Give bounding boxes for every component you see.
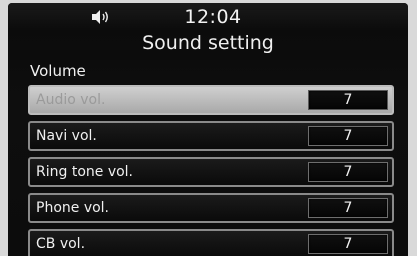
value-box: 7 (308, 162, 388, 182)
section-label: Volume (30, 62, 86, 80)
row-label: Phone vol. (36, 200, 110, 216)
row-label: CB vol. (36, 236, 86, 252)
value-box: 7 (308, 126, 388, 146)
row-value: 7 (343, 236, 353, 252)
row-value: 7 (343, 164, 353, 180)
row-label: Audio vol. (36, 92, 106, 108)
row-value: 7 (343, 92, 353, 108)
volume-row-audio[interactable]: Audio vol. 7 (28, 85, 394, 115)
volume-row-cb[interactable]: CB vol. 7 (28, 229, 394, 256)
value-box: 7 (308, 90, 388, 110)
volume-row-navi[interactable]: Navi vol. 7 (28, 121, 394, 151)
row-value: 7 (343, 200, 353, 216)
head-unit-screen: 12:04 Sound setting Volume Audio vol. 7 … (8, 3, 408, 256)
volume-row-ring-tone[interactable]: Ring tone vol. 7 (28, 157, 394, 187)
row-label: Navi vol. (36, 128, 97, 144)
speaker-volume-icon (92, 10, 108, 24)
value-box: 7 (308, 234, 388, 254)
volume-row-phone[interactable]: Phone vol. 7 (28, 193, 394, 223)
value-box: 7 (308, 198, 388, 218)
page-title: Sound setting (142, 32, 274, 54)
row-label: Ring tone vol. (36, 164, 134, 180)
clock: 12:04 (184, 6, 242, 28)
volume-list: Audio vol. 7 Navi vol. 7 Ring tone vol. … (28, 85, 394, 256)
row-value: 7 (343, 128, 353, 144)
status-bar: 12:04 (8, 3, 408, 31)
